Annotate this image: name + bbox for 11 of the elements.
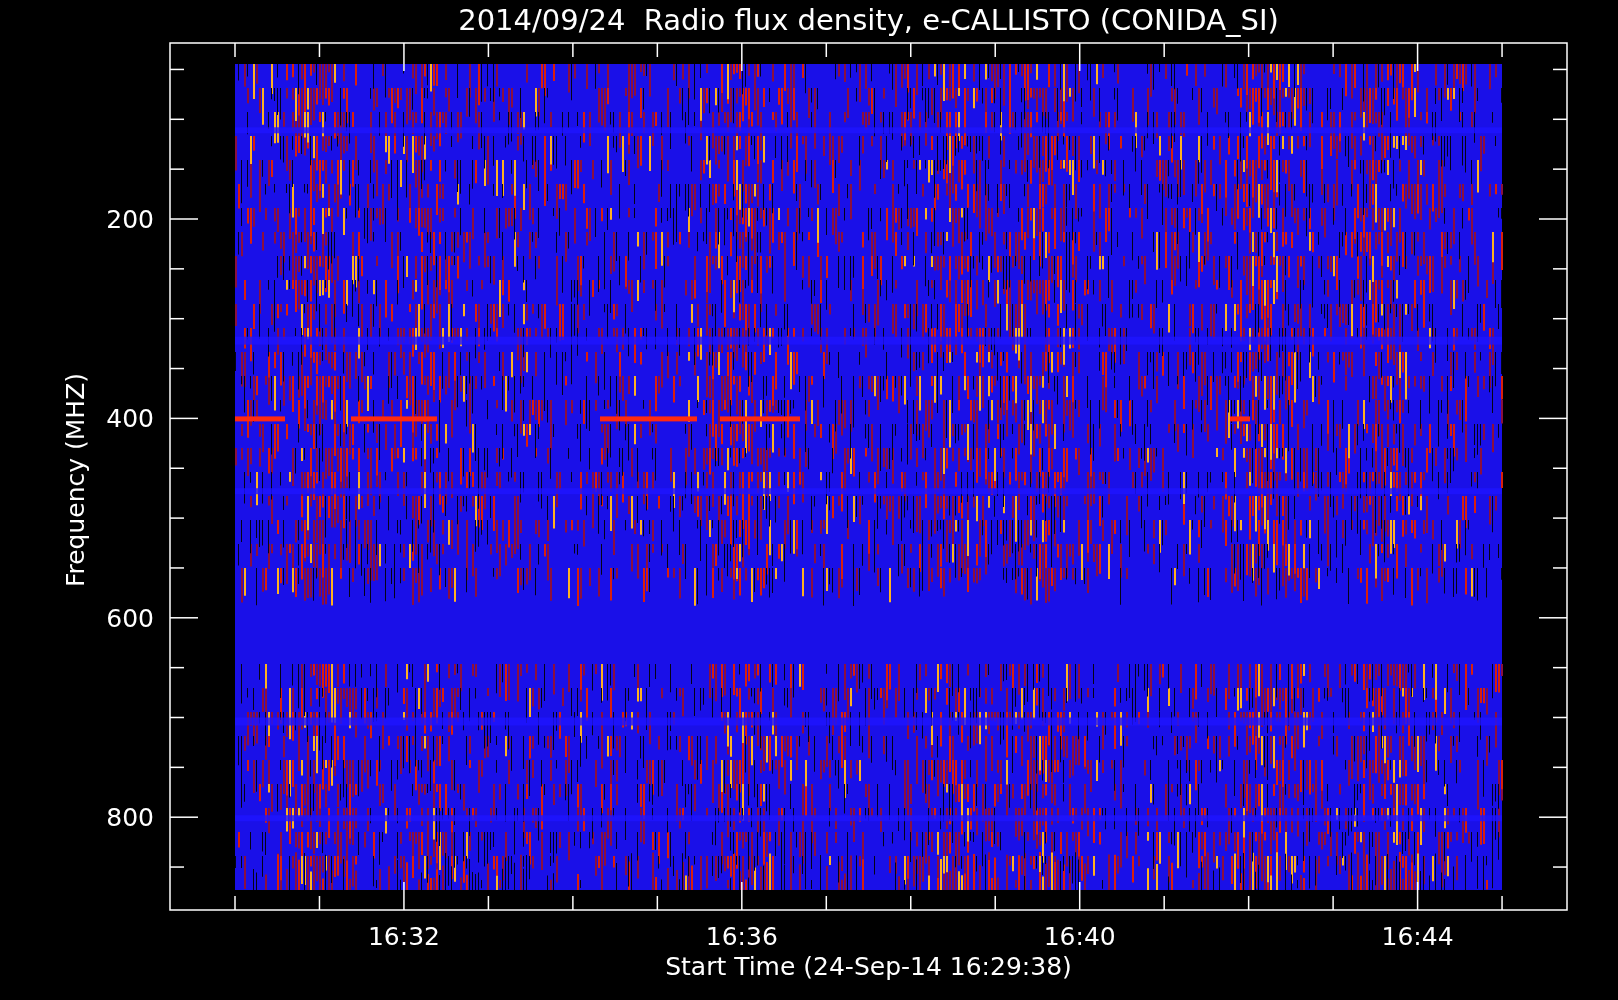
tick-label: 600 — [106, 603, 154, 633]
axis-label: Frequency (MHZ) — [61, 372, 90, 588]
tick-label: 800 — [106, 803, 154, 833]
tick-label: 16:40 — [1043, 922, 1116, 951]
tick-label: 16:44 — [1381, 922, 1454, 951]
axis-label: Start Time (24-Sep-14 16:29:38) — [665, 952, 1072, 981]
plot-title: 2014/09/24 Radio flux density, e-CALLISTO (CONIDA_SI) — [458, 3, 1279, 37]
tick-label: 16:36 — [705, 922, 778, 951]
tick-label: 400 — [106, 404, 154, 434]
tick-label: 16:32 — [367, 922, 440, 951]
tick-label: 200 — [106, 205, 154, 234]
